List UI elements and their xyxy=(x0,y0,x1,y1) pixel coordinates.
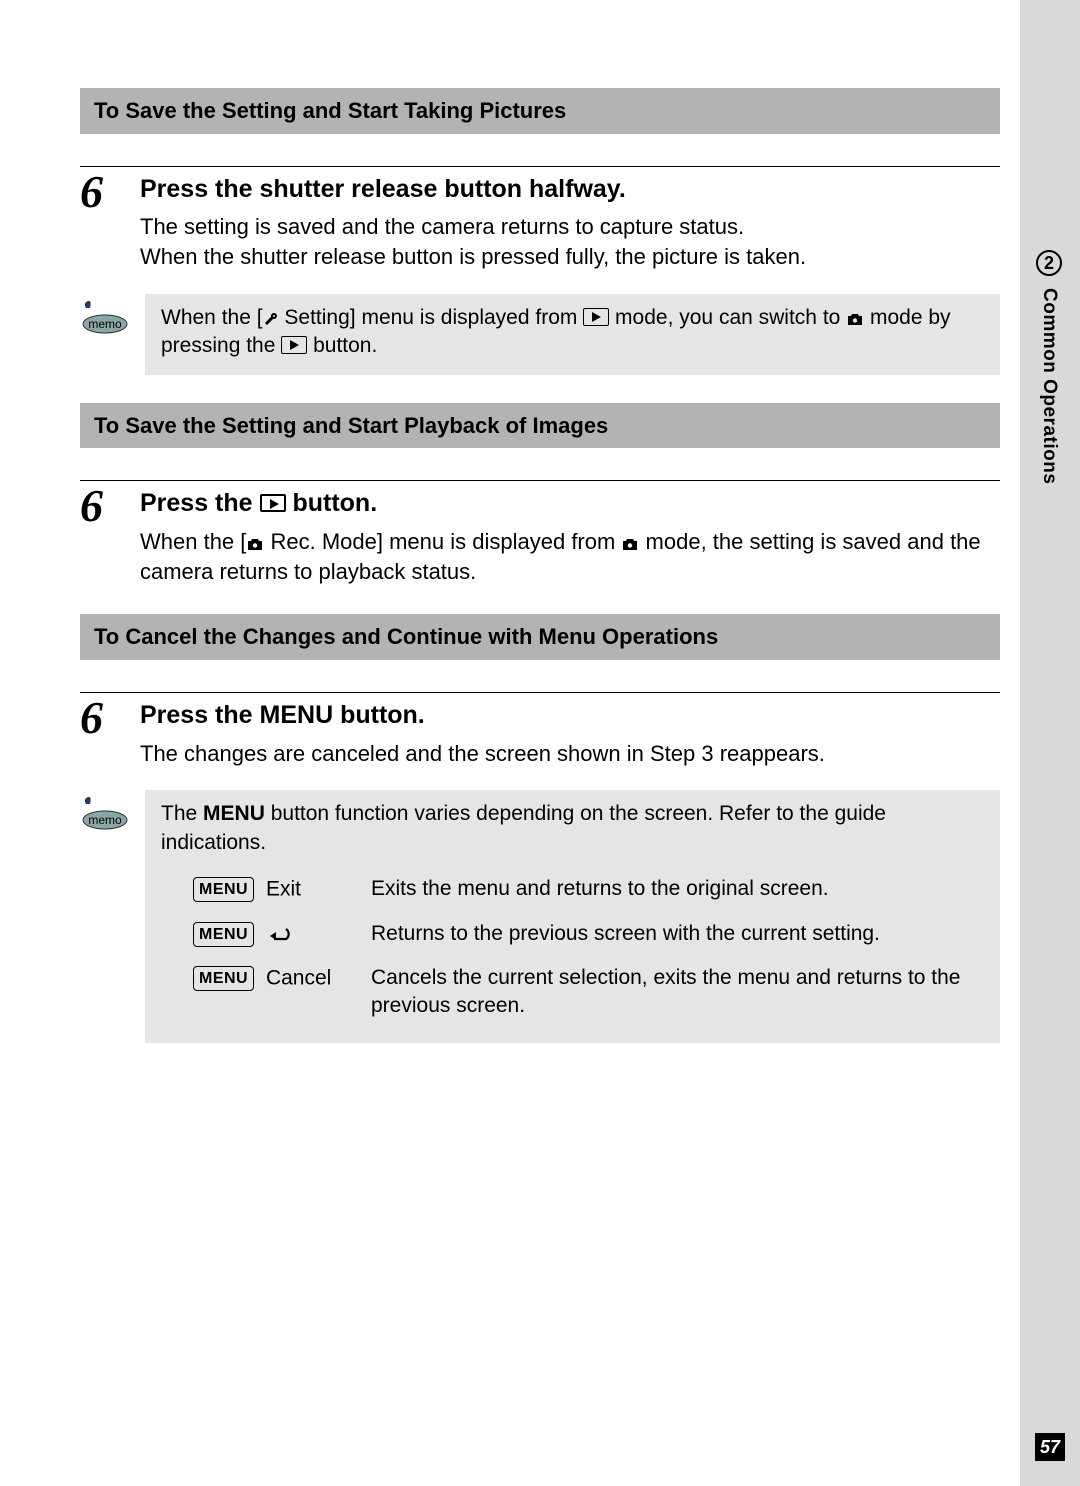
text: The setting is saved and the camera retu… xyxy=(140,214,744,239)
step: 6 Press the shutter release button halfw… xyxy=(80,166,1000,272)
text: button function varies depending on the … xyxy=(161,802,886,853)
text: button. xyxy=(333,701,425,729)
menu-description: Exits the menu and returns to the origin… xyxy=(371,867,984,912)
step: 6 Press the MENU button. The changes are… xyxy=(80,692,1000,768)
menu-label: MENU xyxy=(203,802,265,825)
menu-button-icon: MENU xyxy=(193,966,254,991)
menu-label-exit: Exit xyxy=(266,877,301,900)
section-heading: To Save the Setting and Start Playback o… xyxy=(80,403,1000,449)
wrench-icon xyxy=(263,311,279,327)
menu-button-icon: MENU xyxy=(193,922,254,947)
page-content: To Save the Setting and Start Taking Pic… xyxy=(0,0,1080,1083)
step-title: Press the button. xyxy=(140,487,1000,521)
camera-icon xyxy=(246,538,264,552)
section-heading: To Save the Setting and Start Taking Pic… xyxy=(80,88,1000,134)
menu-label: MENU xyxy=(260,701,334,729)
return-arrow-icon xyxy=(266,925,292,943)
svg-text:memo: memo xyxy=(88,317,122,331)
menu-description: Cancels the current selection, exits the… xyxy=(371,956,984,1029)
chapter-title: Common Operations xyxy=(1036,288,1062,484)
memo-icon: memo xyxy=(80,794,130,830)
text: The xyxy=(161,802,203,825)
memo-icon: memo xyxy=(80,298,130,334)
memo: memo When the [ Setting] menu is display… xyxy=(80,294,1000,375)
section-heading: To Cancel the Changes and Continue with … xyxy=(80,614,1000,660)
playback-icon xyxy=(281,336,307,354)
svg-text:memo: memo xyxy=(88,813,122,827)
step-title: Press the MENU button. xyxy=(140,699,1000,733)
text: Setting] menu is displayed from xyxy=(279,306,584,329)
memo-text: When the [ Setting] menu is displayed fr… xyxy=(145,294,1000,375)
text: When the [ xyxy=(161,306,263,329)
step-number: 6 xyxy=(80,169,120,272)
step-number: 6 xyxy=(80,695,120,768)
table-row: MENU Cancel Cancels the current selectio… xyxy=(161,956,984,1029)
text: When the [ xyxy=(140,529,246,554)
step-number: 6 xyxy=(80,483,120,586)
step: 6 Press the button. When the [ Rec. Mode… xyxy=(80,480,1000,586)
page-number: 57 xyxy=(1035,1433,1065,1461)
table-row: MENU Returns to the previous screen with… xyxy=(161,912,984,956)
text: Press the xyxy=(140,701,260,729)
menu-button-icon: MENU xyxy=(193,877,254,902)
text: mode, you can switch to xyxy=(609,306,846,329)
side-tab: 2 Common Operations 57 xyxy=(1020,0,1080,1486)
memo: memo The MENU button function varies dep… xyxy=(80,790,1000,1042)
text: button. xyxy=(286,489,378,517)
text: Rec. Mode] menu is displayed from xyxy=(264,529,621,554)
step-title: Press the shutter release button halfway… xyxy=(140,173,1000,207)
step-description: The setting is saved and the camera retu… xyxy=(140,212,1000,271)
camera-icon xyxy=(621,538,639,552)
step-description: When the [ Rec. Mode] menu is displayed … xyxy=(140,527,1000,586)
text: button. xyxy=(307,334,377,357)
text: When the shutter release button is press… xyxy=(140,244,806,269)
playback-icon xyxy=(260,494,286,512)
chapter-number-badge: 2 xyxy=(1036,250,1062,276)
menu-label-cancel: Cancel xyxy=(266,966,331,989)
table-row: MENU Exit Exits the menu and returns to … xyxy=(161,867,984,912)
menu-description: Returns to the previous screen with the … xyxy=(371,912,984,956)
camera-icon xyxy=(846,313,864,327)
playback-icon xyxy=(583,308,609,326)
step-description: The changes are canceled and the screen … xyxy=(140,739,1000,769)
menu-function-table: MENU Exit Exits the menu and returns to … xyxy=(161,867,984,1029)
text: Press the xyxy=(140,489,260,517)
memo-text: The MENU button function varies dependin… xyxy=(145,790,1000,1042)
